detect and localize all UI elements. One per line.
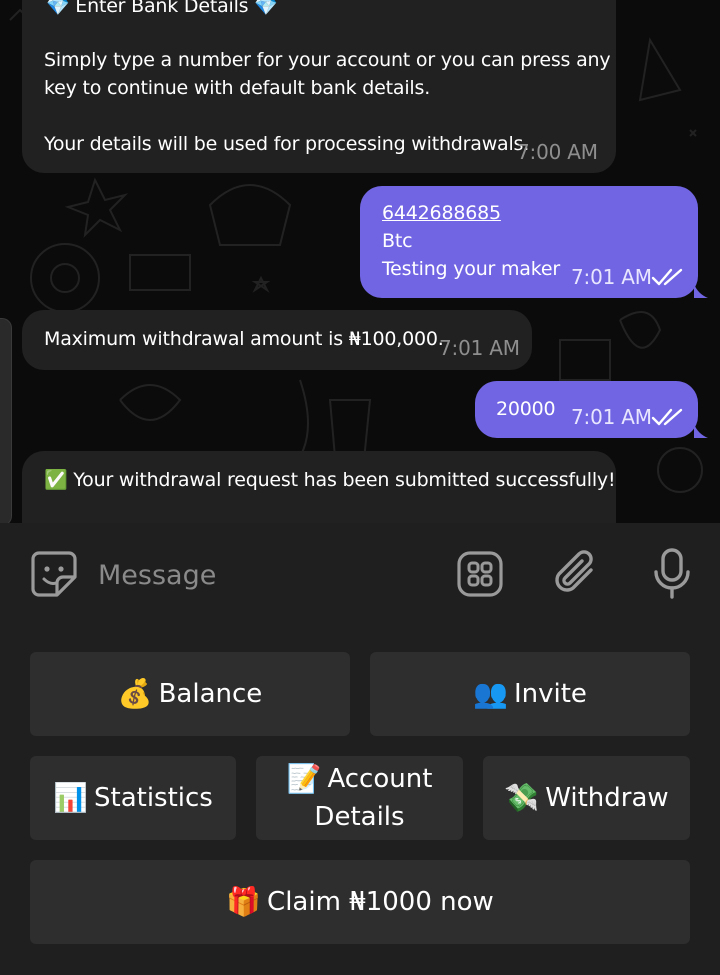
microphone-icon[interactable] xyxy=(652,548,692,600)
bot-menu-icon[interactable] xyxy=(456,550,504,598)
chat-area[interactable]: 💎 Enter Bank Details 💎 Simply type a num… xyxy=(0,0,720,523)
bot-reply-keyboard: 💰 Balance 👥 Invite 📊 Statistics 📝 Accoun… xyxy=(0,625,720,975)
message-input[interactable] xyxy=(98,553,428,597)
account-details-button[interactable]: 📝 Account Details xyxy=(256,756,463,840)
message-bubble-incoming: 💎 Enter Bank Details 💎 Simply type a num… xyxy=(22,0,616,173)
message-text: Testing your maker xyxy=(382,258,560,280)
message-bubble-outgoing: 20000 7:01 AM xyxy=(475,381,708,438)
message-bubble-incoming: ✅ Your withdrawal request has been submi… xyxy=(22,451,616,523)
message-text: ✅ Your withdrawal request has been submi… xyxy=(44,469,616,491)
money-wings-icon: 💸 xyxy=(504,781,540,814)
button-label: Claim ₦1000 now xyxy=(267,887,494,917)
button-label: Details xyxy=(314,802,405,832)
invite-button[interactable]: 👥 Invite xyxy=(370,652,690,736)
people-icon: 👥 xyxy=(473,677,508,710)
attach-icon[interactable] xyxy=(553,548,599,600)
message-composer xyxy=(0,523,720,625)
message-text: Maximum withdrawal amount is ₦100,000. xyxy=(44,328,444,350)
message-time: 7:01 AM xyxy=(571,265,652,289)
balance-button[interactable]: 💰 Balance xyxy=(30,652,350,736)
message-title: 💎 Enter Bank Details 💎 xyxy=(46,0,278,17)
statistics-button[interactable]: 📊 Statistics xyxy=(30,756,236,840)
money-bag-icon: 💰 xyxy=(117,677,153,710)
button-label: Account xyxy=(327,764,433,794)
button-label-row: 📝 Account xyxy=(287,760,433,798)
gift-icon: 🎁 xyxy=(226,885,262,918)
message-time: 7:01 AM xyxy=(439,336,520,360)
message-text: key to continue with default bank detail… xyxy=(44,77,431,99)
sticker-icon[interactable] xyxy=(29,549,79,599)
message-time: 7:01 AM xyxy=(571,405,652,429)
message-text: Simply type a number for your account or… xyxy=(44,49,611,71)
double-check-icon xyxy=(651,408,683,426)
scroll-handle[interactable] xyxy=(0,318,12,523)
claim-button[interactable]: 🎁 Claim ₦1000 now xyxy=(30,860,690,944)
button-label: Statistics xyxy=(94,783,213,813)
bubble-tail xyxy=(694,424,708,438)
message-bubble-outgoing: 6442688685 Btc Testing your maker 7:01 A… xyxy=(360,186,708,298)
bar-chart-icon: 📊 xyxy=(53,781,88,814)
memo-icon: 📝 xyxy=(286,762,322,795)
button-label: Withdraw xyxy=(545,783,669,813)
phone-number-link[interactable]: 6442688685 xyxy=(382,199,501,227)
bubble-tail xyxy=(694,284,708,298)
message-text: 20000 xyxy=(496,398,556,420)
message-text: Btc xyxy=(382,230,413,252)
button-label: Invite xyxy=(513,679,587,709)
double-check-icon xyxy=(651,268,683,286)
message-bubble-incoming: Maximum withdrawal amount is ₦100,000. 7… xyxy=(22,310,532,370)
message-time: 7:00 AM xyxy=(517,140,598,164)
withdraw-button[interactable]: 💸 Withdraw xyxy=(483,756,690,840)
button-label: Balance xyxy=(158,679,263,709)
message-text: Your details will be used for processing… xyxy=(44,133,530,155)
